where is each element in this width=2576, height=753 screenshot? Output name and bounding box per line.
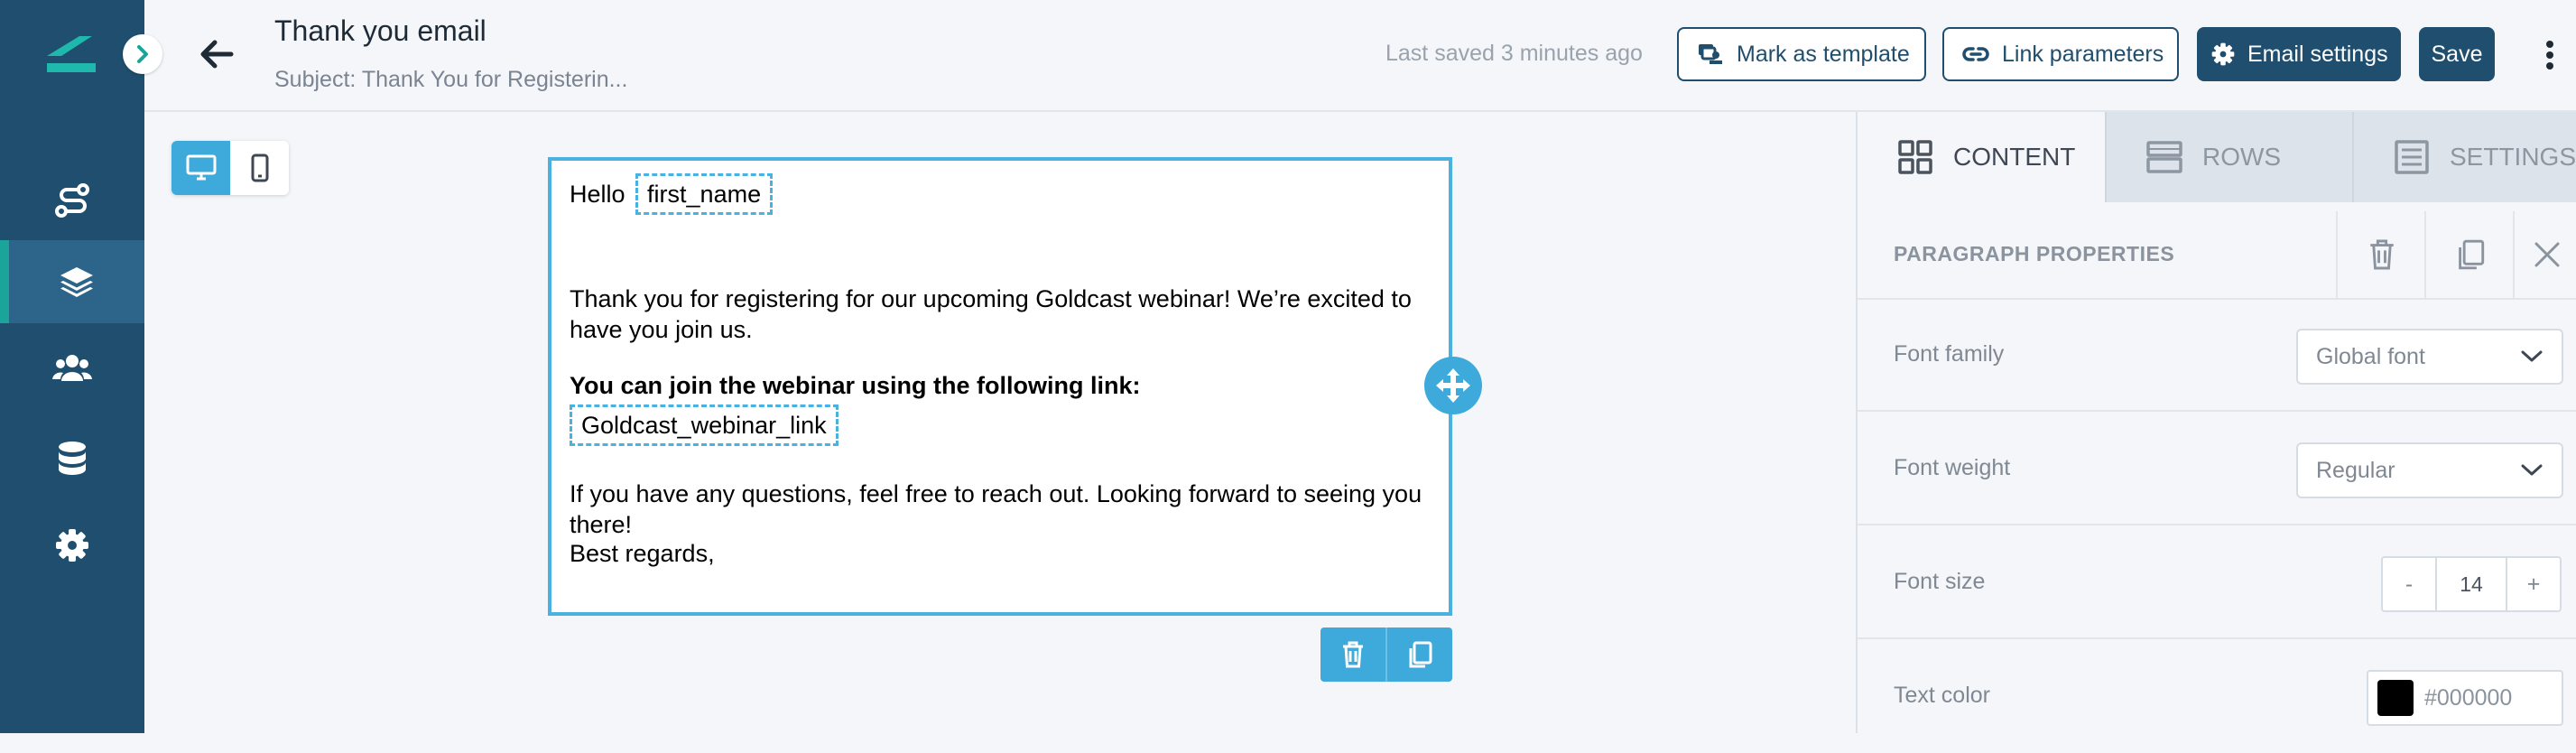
copy-icon — [2456, 238, 2485, 271]
trash-icon — [2368, 238, 2395, 271]
nav-item-data[interactable] — [0, 417, 144, 500]
font-weight-row: Font weight Regular — [1858, 414, 2576, 525]
email-subject: Subject: Thank You for Registerin... — [274, 67, 628, 92]
properties-header: PARAGRAPH PROPERTIES — [1858, 211, 2576, 300]
font-size-decrement-button[interactable]: - — [2383, 558, 2435, 610]
properties-panel: CONTENT ROWS SETTINGS PARAGRAPH PROPERTI… — [1856, 112, 2576, 733]
mark-as-template-label: Mark as template — [1737, 41, 1910, 67]
mobile-icon — [251, 153, 269, 182]
email-settings-button[interactable]: Email settings — [2197, 27, 2401, 81]
greeting-text: Hello — [570, 181, 625, 208]
rows-icon — [2146, 139, 2182, 175]
route-icon — [52, 181, 92, 220]
top-bar: Thank you email Subject: Thank You for R… — [144, 0, 2576, 112]
paragraph-block-selected[interactable]: Hello first_name Thank you for registeri… — [548, 157, 1452, 616]
save-label: Save — [2431, 41, 2483, 67]
device-preview-toggle — [171, 141, 289, 195]
template-stamp-icon — [1697, 42, 1724, 66]
greeting-line[interactable]: Hello first_name — [570, 173, 774, 215]
sidebar-collapse-toggle[interactable] — [123, 34, 162, 74]
font-family-label: Font family — [1894, 341, 2005, 367]
font-size-label: Font size — [1894, 569, 1986, 594]
database-icon — [57, 441, 88, 477]
desktop-view-button[interactable] — [171, 141, 230, 195]
tab-settings-label: SETTINGS — [2450, 143, 2576, 171]
settings-list-icon — [2394, 139, 2430, 175]
gear-icon — [2211, 42, 2235, 66]
closing-text[interactable]: Best regards, — [570, 538, 715, 569]
close-icon — [2533, 240, 2562, 269]
font-size-value[interactable]: 14 — [2435, 558, 2507, 610]
font-family-row: Font family Global font — [1858, 300, 2576, 412]
nav-item-templates[interactable] — [0, 240, 144, 323]
delete-paragraph-button[interactable] — [2336, 211, 2426, 298]
back-button[interactable] — [191, 34, 242, 74]
font-size-row: Font size - 14 + — [1858, 527, 2576, 639]
gear-icon — [55, 528, 89, 562]
email-settings-label: Email settings — [2247, 41, 2388, 67]
link-parameters-button[interactable]: Link parameters — [1942, 27, 2179, 81]
more-vertical-icon — [2545, 40, 2554, 70]
font-size-increment-button[interactable]: + — [2507, 558, 2560, 610]
users-icon — [52, 352, 92, 385]
link-icon — [1962, 46, 1989, 62]
tab-content[interactable]: CONTENT — [1858, 112, 2105, 202]
duplicate-block-button[interactable] — [1385, 628, 1452, 682]
mobile-view-button[interactable] — [230, 141, 289, 195]
text-color-row: Text color #000000 — [1858, 641, 2576, 753]
close-properties-button[interactable] — [2513, 211, 2576, 298]
intro-paragraph[interactable]: Thank you for registering for our upcomi… — [570, 284, 1436, 345]
layers-icon — [59, 264, 95, 300]
merge-tag-webinar-link[interactable]: Goldcast_webinar_link — [570, 404, 839, 446]
text-color-label: Text color — [1894, 683, 1990, 708]
chevron-right-icon — [135, 44, 150, 64]
block-move-handle[interactable] — [1424, 357, 1482, 414]
copy-icon — [1407, 641, 1432, 668]
link-line[interactable]: Goldcast_webinar_link — [570, 404, 839, 446]
font-weight-label: Font weight — [1894, 455, 2011, 480]
left-sidebar — [0, 0, 144, 733]
merge-tag-first-name[interactable]: first_name — [635, 173, 774, 215]
duplicate-paragraph-button[interactable] — [2424, 211, 2515, 298]
font-family-value: Global font — [2316, 343, 2425, 369]
move-arrows-icon — [1435, 367, 1471, 404]
font-weight-value: Regular — [2316, 457, 2395, 483]
tab-rows[interactable]: ROWS — [2105, 112, 2352, 202]
delete-block-button[interactable] — [1320, 628, 1385, 682]
text-color-swatch[interactable] — [2377, 680, 2414, 716]
properties-title: PARAGRAPH PROPERTIES — [1894, 242, 2175, 265]
grid-icon — [1897, 139, 1933, 175]
tab-rows-label: ROWS — [2202, 143, 2282, 171]
desktop-icon — [186, 154, 217, 181]
font-family-select[interactable]: Global font — [2296, 329, 2563, 385]
mark-as-template-button[interactable]: Mark as template — [1677, 27, 1926, 81]
nav-item-audience[interactable] — [0, 327, 144, 410]
save-button[interactable]: Save — [2419, 27, 2495, 81]
arrow-left-icon — [199, 39, 235, 70]
text-color-input[interactable]: #000000 — [2367, 670, 2563, 726]
font-size-stepper: - 14 + — [2381, 556, 2562, 612]
more-options-button[interactable] — [2527, 33, 2572, 78]
font-weight-select[interactable]: Regular — [2296, 442, 2563, 498]
link-intro-text[interactable]: You can join the webinar using the follo… — [570, 370, 1141, 401]
last-saved-status: Last saved 3 minutes ago — [1385, 41, 1643, 66]
block-actions-toolbar — [1320, 628, 1452, 682]
app-logo[interactable] — [43, 29, 101, 79]
page-title[interactable]: Thank you email — [274, 14, 486, 48]
nav-item-settings[interactable] — [0, 504, 144, 587]
tab-content-label: CONTENT — [1953, 143, 2076, 171]
nav-item-journeys[interactable] — [0, 159, 144, 242]
text-color-value: #000000 — [2424, 684, 2513, 711]
trash-icon — [1341, 641, 1365, 668]
panel-tabs: CONTENT ROWS SETTINGS — [1858, 112, 2576, 202]
chevron-down-icon — [2520, 463, 2544, 478]
chevron-down-icon — [2520, 349, 2544, 364]
editor-canvas[interactable]: Hello first_name Thank you for registeri… — [144, 112, 1856, 733]
questions-paragraph[interactable]: If you have any questions, feel free to … — [570, 479, 1436, 540]
link-parameters-label: Link parameters — [2002, 41, 2164, 67]
tab-settings[interactable]: SETTINGS — [2352, 112, 2576, 202]
